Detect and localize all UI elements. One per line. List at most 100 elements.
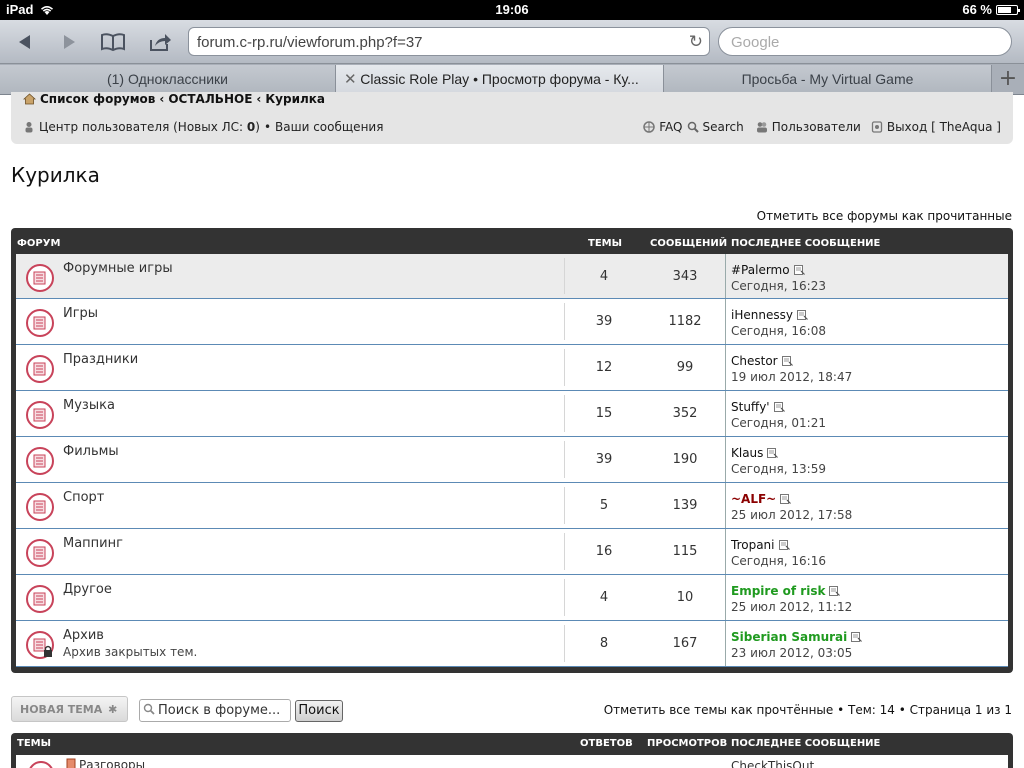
status-time: 19:06 [495, 2, 529, 17]
forum-name[interactable]: Спорт [63, 490, 104, 505]
last-post-info: Klaus [731, 446, 779, 460]
breadcrumb-index[interactable]: Список форумов [40, 92, 155, 106]
reload-icon[interactable]: ↻ [689, 32, 703, 52]
back-button[interactable] [10, 28, 40, 56]
forum-name[interactable]: Фильмы [63, 444, 119, 459]
tab-my-virtual-game[interactable]: Просьба - My Virtual Game [664, 65, 992, 94]
forum-row[interactable]: Архив Архив закрытых тем. 8 167 Siberian Sam… [16, 621, 1008, 667]
header-topics: ТЕМЫ [588, 238, 622, 249]
tab-classic-role-play[interactable]: ✕ Classic Role Play • Просмотр форума - … [336, 65, 664, 94]
last-post-info: ~ALF~ [731, 492, 792, 506]
last-post-user[interactable]: Stuffy' [731, 400, 770, 414]
last-post-user[interactable]: ~ALF~ [731, 492, 776, 506]
forum-row[interactable]: Другое 4 10 Empire of risk 25 июл 2012, 11:1… [16, 575, 1008, 621]
breadcrumb-category[interactable]: ОСТАЛЬНОЕ [168, 92, 252, 106]
last-post-user[interactable]: Chestor [731, 354, 778, 368]
forum-name[interactable]: Другое [63, 582, 112, 597]
view-latest-post-icon[interactable] [829, 586, 841, 596]
members-link[interactable]: Пользователи [772, 120, 861, 134]
share-icon [150, 34, 171, 51]
view-latest-post-icon[interactable] [767, 448, 779, 458]
last-post-date: Сегодня, 16:08 [731, 324, 826, 338]
forum-name[interactable]: Музыка [63, 398, 115, 413]
forum-list-header: ФОРУМ ТЕМЫ СООБЩЕНИЙ ПОСЛЕДНЕЕ СООБЩЕНИЕ [11, 228, 1013, 254]
ucp-prefix: Центр пользователя (Новых ЛС: [39, 120, 247, 134]
google-search-field[interactable]: Google [718, 27, 1012, 56]
address-bar[interactable]: forum.c-rp.ru/viewforum.php?f=37 ↻ [188, 27, 710, 56]
new-pm-count: 0 [246, 120, 256, 134]
topic-last-user[interactable]: CheckThisOut [731, 759, 814, 768]
view-latest-post-icon[interactable] [796, 310, 808, 320]
star-icon: ✱ [108, 703, 118, 716]
user-icon [25, 122, 33, 133]
topic-row[interactable]: Разговоры CheckThisOut [16, 755, 1008, 768]
bookmarks-button[interactable] [98, 28, 128, 56]
view-latest-post-icon[interactable] [780, 494, 792, 504]
topic-title[interactable]: Разговоры [79, 758, 145, 768]
close-tab-icon[interactable]: ✕ [344, 70, 357, 88]
forum-row[interactable]: Игры 39 1182 iHennessy Сегодня, 16:08 [16, 299, 1008, 345]
search-icon [143, 703, 155, 715]
forward-button[interactable] [54, 28, 84, 56]
forum-name[interactable]: Игры [63, 306, 98, 321]
column-divider [725, 621, 726, 666]
pagination-info[interactable]: Отметить все темы как прочтённые • Тем: … [604, 703, 1012, 717]
logout-icon [871, 121, 882, 133]
tab-odnoklassniki[interactable]: (1) Одноклассники [0, 65, 336, 94]
forum-search-input[interactable]: Поиск в форуме... [139, 699, 291, 722]
forum-row[interactable]: Праздники 12 99 Chestor 19 июл 2012, 18:47 [16, 345, 1008, 391]
mark-forums-read-link[interactable]: Отметить все форумы как прочитанные [757, 209, 1012, 223]
last-post-user[interactable]: Tropani [731, 538, 775, 552]
user-nav-right: FAQ Search Пользователи Выход [ TheAqua … [643, 120, 1001, 134]
forum-row[interactable]: Маппинг 16 115 Tropani Сегодня, 16:16 [16, 529, 1008, 575]
header-topics-title: ТЕМЫ [17, 738, 51, 749]
forward-icon [64, 35, 75, 49]
forum-name[interactable]: Форумные игры [63, 261, 173, 276]
view-latest-post-icon[interactable] [778, 540, 790, 550]
breadcrumb-current[interactable]: Курилка [265, 92, 325, 106]
last-post-user[interactable]: Empire of risk [731, 584, 825, 598]
last-post-user[interactable]: iHennessy [731, 308, 793, 322]
new-topic-label: НОВАЯ ТЕМА [20, 703, 103, 716]
ucp-suffix: ) [255, 120, 260, 134]
last-post-info: Tropani [731, 538, 790, 552]
logout-link[interactable]: Выход [ TheAqua ] [887, 120, 1001, 134]
share-button[interactable] [145, 28, 175, 56]
view-latest-post-icon[interactable] [781, 356, 793, 366]
forum-name[interactable]: Маппинг [63, 536, 123, 551]
forum-row[interactable]: Форумные игры 4 343 #Palermo Сегодня, 16:23 [16, 254, 1008, 299]
forum-topic-count: 39 [595, 314, 613, 329]
forum-icon [26, 493, 54, 521]
forum-topic-count: 15 [595, 406, 613, 421]
last-post-date: Сегодня, 01:21 [731, 416, 826, 430]
view-latest-post-icon[interactable] [793, 265, 805, 275]
google-search-placeholder: Google [731, 34, 780, 51]
ucp-link[interactable]: Центр пользователя (Новых ЛС: 0) [39, 120, 260, 134]
view-latest-post-icon[interactable] [773, 402, 785, 412]
forum-row[interactable]: Фильмы 39 190 Klaus Сегодня, 13:59 [16, 437, 1008, 483]
last-post-date: Сегодня, 16:16 [731, 554, 826, 568]
my-posts-link[interactable]: Ваши сообщения [275, 120, 383, 134]
forum-icon [26, 309, 54, 337]
search-link[interactable]: Search [703, 120, 744, 134]
column-divider [725, 529, 726, 574]
forum-post-count: 10 [676, 590, 694, 605]
view-latest-post-icon[interactable] [851, 632, 863, 642]
user-nav-left: Центр пользователя (Новых ЛС: 0) • Ваши … [23, 120, 383, 134]
forum-row[interactable]: Спорт 5 139 ~ALF~ 25 июл 2012, 17:58 [16, 483, 1008, 529]
last-post-user[interactable]: Siberian Samurai [731, 630, 847, 644]
search-button[interactable]: Поиск [295, 700, 343, 722]
forum-name[interactable]: Праздники [63, 352, 138, 367]
topics-list: ТЕМЫ ОТВЕТОВ ПРОСМОТРОВ ПОСЛЕДНЕЕ СООБЩЕ… [11, 733, 1013, 768]
forum-topic-count: 39 [595, 452, 613, 467]
forum-name[interactable]: Архив [63, 628, 104, 643]
last-post-user[interactable]: Klaus [731, 446, 763, 460]
forum-row[interactable]: Музыка 15 352 Stuffy' Сегодня, 01:21 [16, 391, 1008, 437]
last-post-user[interactable]: #Palermo [731, 263, 790, 277]
last-post-info: Empire of risk [731, 584, 841, 598]
forum-topic-count: 4 [599, 590, 609, 605]
new-topic-button[interactable]: НОВАЯ ТЕМА ✱ [11, 696, 128, 722]
forum-list: ФОРУМ ТЕМЫ СООБЩЕНИЙ ПОСЛЕДНЕЕ СООБЩЕНИЕ… [11, 228, 1013, 673]
new-tab-button[interactable]: + [992, 65, 1024, 94]
faq-link[interactable]: FAQ [659, 120, 682, 134]
